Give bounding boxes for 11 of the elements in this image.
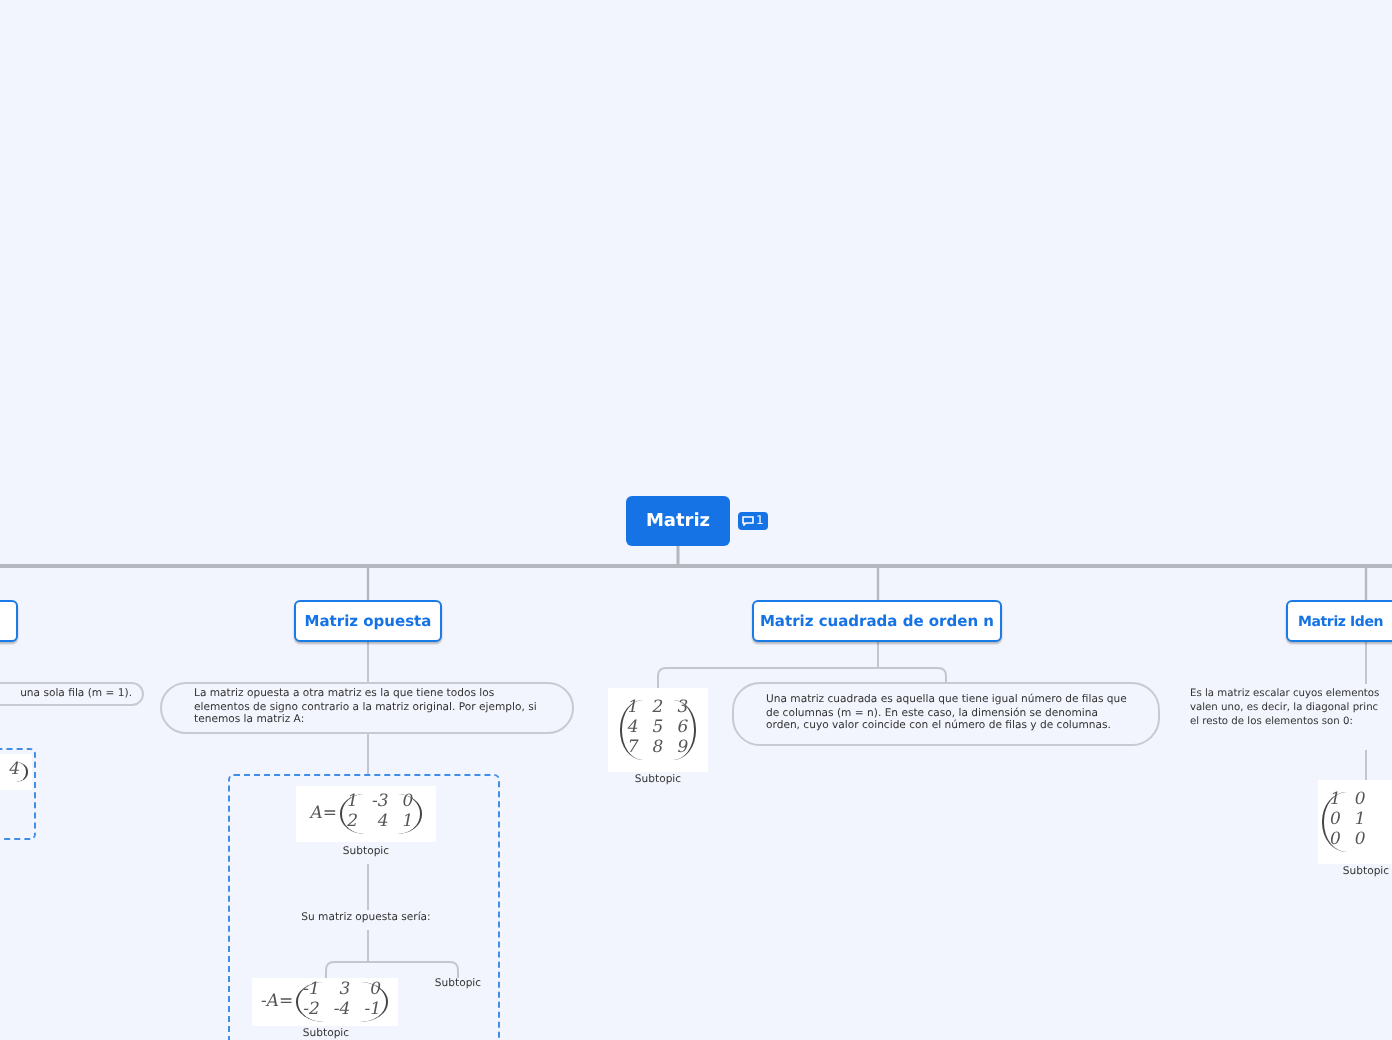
matrix-image: 1 2 3 4 5 6 7 8 9 bbox=[608, 688, 708, 772]
connector-line bbox=[367, 641, 369, 683]
connector-line bbox=[1365, 749, 1367, 781]
matrix-image: 4 bbox=[0, 754, 32, 790]
matrix-image: -A= -1 3 0 -2 -4 -1 bbox=[252, 978, 398, 1026]
matrix-image: 1 0 0 1 0 0 bbox=[1318, 780, 1392, 864]
connector-line bbox=[1365, 641, 1367, 685]
matrix-image: A= 1 -3 0 2 4 1 bbox=[296, 786, 436, 842]
connector-line bbox=[367, 733, 369, 775]
central-topic[interactable]: Matriz bbox=[626, 496, 730, 546]
connector-line bbox=[367, 863, 369, 911]
